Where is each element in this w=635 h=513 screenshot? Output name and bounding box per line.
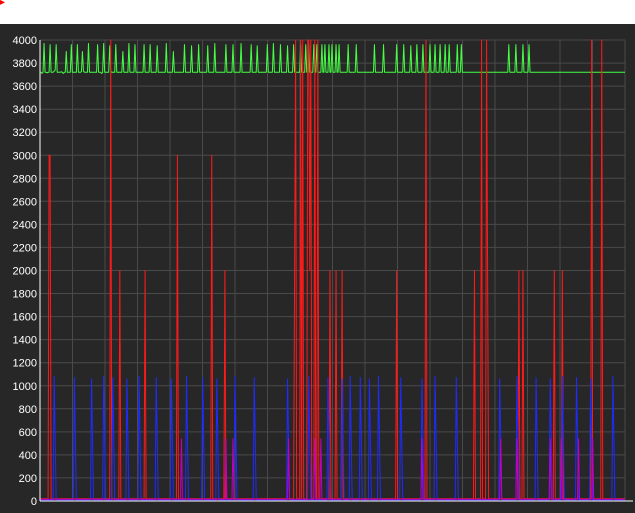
y-tick-label: 2000 [13, 266, 37, 278]
y-tick-label: 1200 [13, 358, 37, 370]
y-tick-label: 200 [19, 473, 37, 485]
y-tick-label: 800 [19, 404, 37, 416]
y-tick-label: 0 [31, 496, 37, 508]
chart-panel: 0 200 400 600 800 1000 1200 1400 1600 1800 2000 220… [0, 24, 635, 513]
y-tick-label: 3400 [13, 104, 37, 116]
y-tick-label: 1400 [13, 335, 37, 347]
y-tick-label: 3800 [13, 58, 37, 70]
chart-window: ▸ 0 200 400 600 800 1000 1200 1400 1600 1800 2000 2… [0, 0, 635, 513]
y-tick-label: 2400 [13, 219, 37, 231]
corner-marker-icon: ▸ [0, 0, 6, 8]
y-tick-label: 1800 [13, 289, 37, 301]
y-tick-label: 3000 [13, 150, 37, 162]
y-tick-label: 400 [19, 450, 37, 462]
y-tick-label: 1000 [13, 381, 37, 393]
line-chart: 0 200 400 600 800 1000 1200 1400 1600 1800 2000 220… [0, 24, 635, 513]
y-tick-label: 600 [19, 427, 37, 439]
y-tick-label: 2800 [13, 173, 37, 185]
y-tick-label: 2200 [13, 242, 37, 254]
y-tick-label: 3600 [13, 81, 37, 93]
y-tick-label: 3200 [13, 127, 37, 139]
y-tick-label: 1600 [13, 312, 37, 324]
y-tick-label: 4000 [13, 35, 37, 47]
y-tick-label: 2600 [13, 196, 37, 208]
